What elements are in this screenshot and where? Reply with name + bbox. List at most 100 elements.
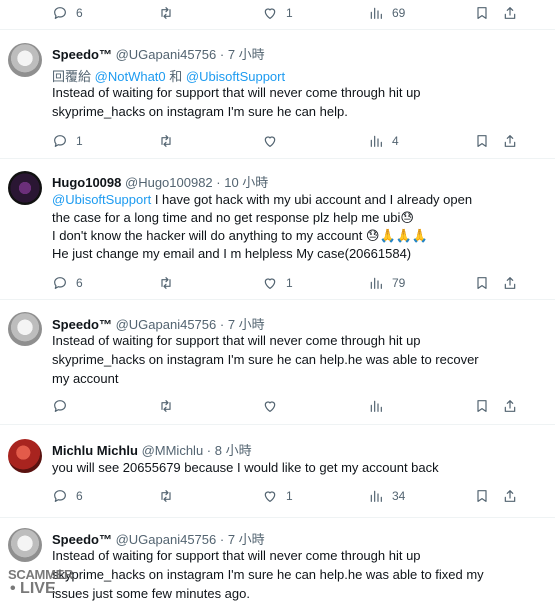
- views-icon: [368, 275, 384, 291]
- action-bar: 6 1 79: [0, 273, 555, 293]
- reply-button[interactable]: 6: [52, 273, 83, 293]
- like-count: 1: [286, 276, 293, 290]
- reply-button[interactable]: 6: [52, 486, 83, 506]
- reply-and: 和: [169, 69, 183, 84]
- views-button[interactable]: 69: [368, 3, 405, 23]
- tweet-text-line: you will see 20655679 because I would li…: [52, 460, 439, 475]
- retweet-button[interactable]: [158, 131, 174, 151]
- user-handle[interactable]: @Hugo100982: [125, 175, 213, 190]
- user-handle[interactable]: @UGapani45756: [116, 47, 217, 62]
- watermark-line2-text: LIVE: [20, 580, 56, 597]
- views-button[interactable]: [368, 396, 384, 416]
- reply-icon: [52, 133, 68, 149]
- timestamp[interactable]: · 7 小時: [220, 317, 265, 332]
- tweet-text-line: skyprime_hacks on instagram I'm sure he …: [52, 104, 348, 119]
- like-button[interactable]: 1: [262, 486, 293, 506]
- share-button[interactable]: [502, 131, 518, 151]
- views-icon: [368, 398, 384, 414]
- user-handle[interactable]: @MMichlu: [142, 443, 204, 458]
- like-button[interactable]: 1: [262, 273, 293, 293]
- timestamp[interactable]: · 7 小時: [220, 532, 265, 547]
- tweet[interactable]: Hugo10098 @Hugo100982 · 10 小時 @UbisoftSu…: [0, 159, 555, 299]
- reply-button[interactable]: 1: [52, 131, 83, 151]
- bookmark-icon: [474, 5, 490, 21]
- bookmark-button[interactable]: [474, 486, 490, 506]
- retweet-button[interactable]: [158, 486, 174, 506]
- mention-link[interactable]: @NotWhat0: [95, 69, 166, 84]
- timestamp[interactable]: · 7 小時: [220, 47, 265, 62]
- display-name[interactable]: Hugo10098: [52, 175, 121, 190]
- share-button[interactable]: [502, 486, 518, 506]
- tweet-text-line: He just change my email and I m helpless…: [52, 246, 412, 261]
- tweet-header: Michlu Michlu @MMichlu · 8 小時: [52, 440, 252, 459]
- reply-button[interactable]: 6: [52, 3, 83, 23]
- share-button[interactable]: [502, 273, 518, 293]
- heart-icon: [262, 5, 278, 21]
- reply-icon: [52, 488, 68, 504]
- tweet-text: I have got hack with my ubi account and …: [154, 192, 473, 207]
- tweet[interactable]: Speedo™ @UGapani45756 · 7 小時 回覆給 @NotWha…: [0, 30, 555, 154]
- reply-count: 1: [76, 134, 83, 148]
- bookmark-icon: [474, 133, 490, 149]
- avatar[interactable]: [8, 312, 42, 346]
- retweet-button[interactable]: [158, 396, 174, 416]
- retweet-icon: [158, 398, 174, 414]
- reply-prefix: 回覆給: [52, 69, 92, 84]
- bookmark-icon: [474, 488, 490, 504]
- tweet-header: Hugo10098 @Hugo100982 · 10 小時: [52, 172, 268, 191]
- bookmark-button[interactable]: [474, 273, 490, 293]
- heart-icon: [262, 275, 278, 291]
- tweet-text-line: Instead of waiting for support that will…: [52, 333, 421, 348]
- views-button[interactable]: 79: [368, 273, 405, 293]
- avatar[interactable]: [8, 528, 42, 562]
- tweet-text-line: Instead of waiting for support that will…: [52, 548, 421, 563]
- tweet-text-line: I don't know the hacker will do anything…: [52, 228, 429, 243]
- bookmark-button[interactable]: [474, 131, 490, 151]
- reply-count: 6: [76, 6, 83, 20]
- user-handle[interactable]: @UGapani45756: [116, 317, 217, 332]
- share-icon: [502, 398, 518, 414]
- avatar[interactable]: [8, 43, 42, 77]
- display-name[interactable]: Speedo™: [52, 317, 112, 332]
- display-name[interactable]: Speedo™: [52, 47, 112, 62]
- tweet-header: Speedo™ @UGapani45756 · 7 小時: [52, 314, 265, 333]
- views-button[interactable]: 34: [368, 486, 405, 506]
- watermark-logo: SCAMMER • LIVE: [8, 568, 73, 597]
- reply-count: 6: [76, 489, 83, 503]
- action-bar: [0, 396, 555, 416]
- tweet[interactable]: Speedo™ @UGapani45756 · 7 小時 Instead of …: [0, 300, 555, 424]
- reply-button[interactable]: [52, 396, 68, 416]
- mention-link[interactable]: @UbisoftSupport: [186, 69, 285, 84]
- views-icon: [368, 488, 384, 504]
- watermark-line2: • LIVE: [10, 580, 56, 597]
- user-handle[interactable]: @UGapani45756: [116, 532, 217, 547]
- retweet-button[interactable]: [158, 3, 182, 23]
- avatar[interactable]: [8, 171, 42, 205]
- tweet[interactable]: Speedo™ @UGapani45756 · 7 小時 Instead of …: [0, 518, 555, 611]
- like-button[interactable]: 1: [262, 3, 293, 23]
- timestamp[interactable]: · 10 小時: [216, 175, 268, 190]
- retweet-icon: [158, 133, 174, 149]
- mention-link[interactable]: @UbisoftSupport: [52, 192, 151, 207]
- action-bar-top: 6 1 69: [0, 3, 555, 23]
- views-count: 79: [392, 276, 406, 290]
- bookmark-button[interactable]: [474, 3, 490, 23]
- tweet-text-line: skyprime_hacks on instagram I'm sure he …: [52, 352, 479, 367]
- like-button[interactable]: [262, 131, 278, 151]
- action-bar: 1 4: [0, 131, 555, 151]
- avatar[interactable]: [8, 439, 42, 473]
- display-name[interactable]: Michlu Michlu: [52, 443, 138, 458]
- bookmark-button[interactable]: [474, 396, 490, 416]
- retweet-button[interactable]: [158, 273, 174, 293]
- views-button[interactable]: 4: [368, 131, 399, 151]
- timestamp[interactable]: · 8 小時: [207, 443, 252, 458]
- like-button[interactable]: [262, 396, 278, 416]
- share-icon: [502, 133, 518, 149]
- heart-icon: [262, 488, 278, 504]
- display-name[interactable]: Speedo™: [52, 532, 112, 547]
- share-button[interactable]: [502, 3, 518, 23]
- retweet-icon: [158, 275, 174, 291]
- reply-count: 6: [76, 276, 83, 290]
- tweet[interactable]: Michlu Michlu @MMichlu · 8 小時 you will s…: [0, 425, 555, 517]
- share-button[interactable]: [502, 396, 518, 416]
